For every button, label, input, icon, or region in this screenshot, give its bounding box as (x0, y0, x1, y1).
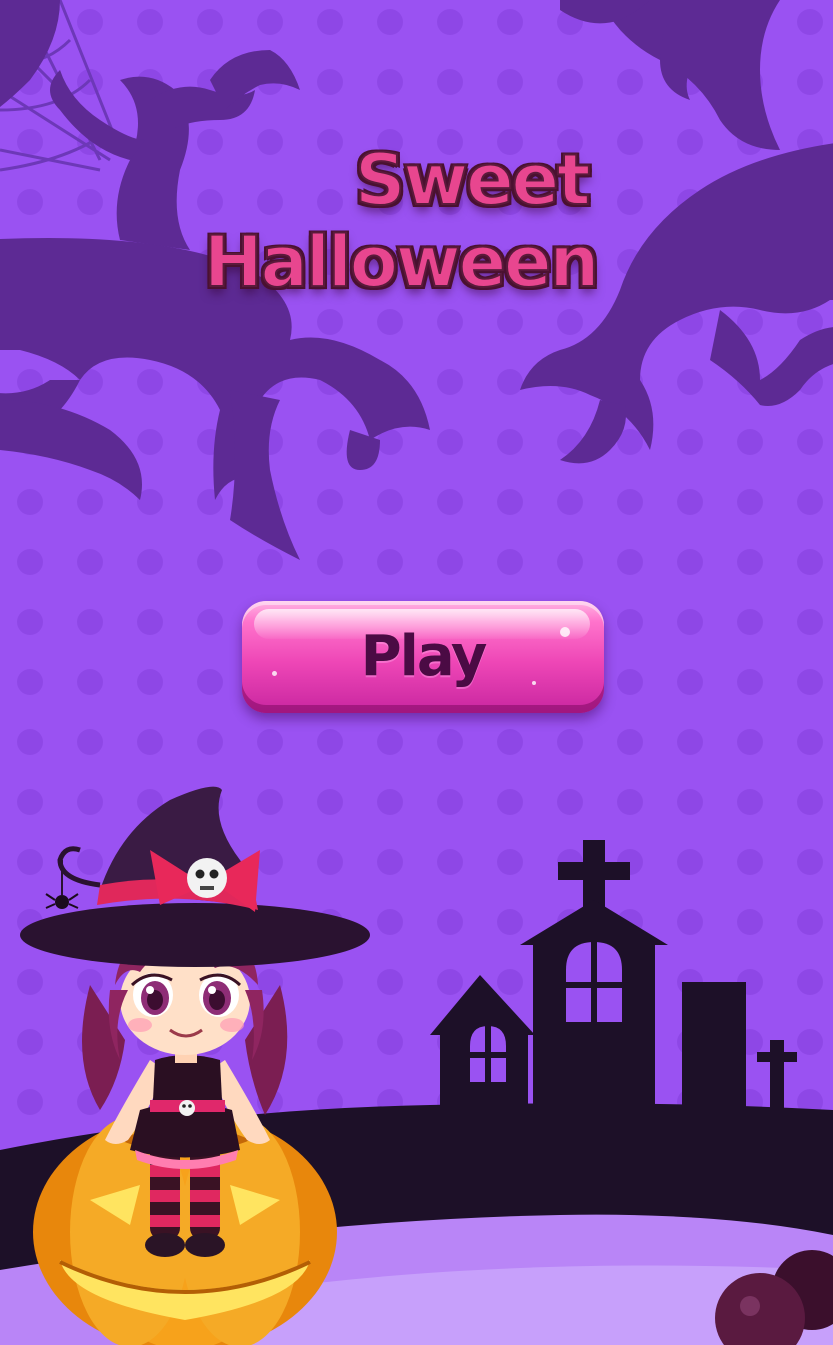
witch-character (20, 786, 370, 1345)
game-scene: Sweet Halloween Play (0, 0, 833, 1345)
spider-icon (45, 860, 79, 909)
witch-hat (20, 786, 370, 967)
